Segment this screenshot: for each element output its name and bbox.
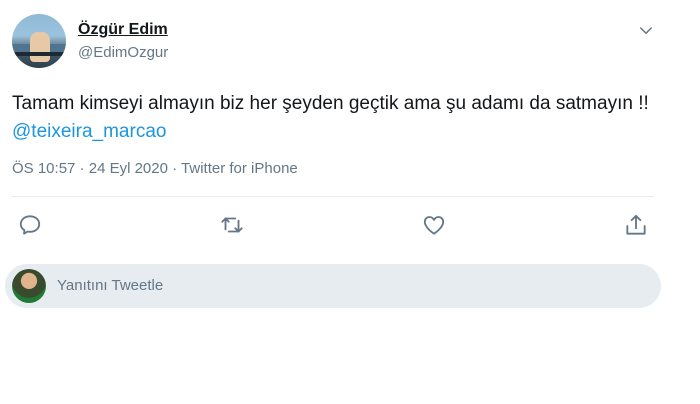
tweet-card: Özgür Edim @EdimOzgur Tamam kimseyi alma…: [0, 0, 700, 404]
tweet-source[interactable]: Twitter for iPhone: [181, 160, 298, 177]
reply-icon[interactable]: [17, 212, 43, 238]
avatar-person: [30, 32, 50, 62]
share-icon[interactable]: [623, 212, 649, 238]
divider: [12, 196, 654, 197]
meta-separator: ·: [167, 160, 182, 177]
chevron-down-icon[interactable]: [637, 22, 655, 40]
avatar-rail: [12, 52, 66, 56]
retweet-icon[interactable]: [219, 212, 245, 238]
tweet-body: Tamam kimseyi almayın biz her şeyden geç…: [12, 93, 649, 114]
heart-icon[interactable]: [421, 212, 447, 238]
author-avatar[interactable]: [12, 14, 66, 68]
user-avatar: [12, 269, 46, 303]
author-name[interactable]: Özgür Edim: [78, 21, 168, 39]
reply-input[interactable]: Yanıtını Tweetle: [5, 264, 661, 308]
tweet-meta: ÖS 10:57 · 24 Eyl 2020 · Twitter for iPh…: [12, 160, 298, 177]
author-handle[interactable]: @EdimOzgur: [78, 44, 168, 61]
tweet-text: Tamam kimseyi almayın biz her şeyden geç…: [12, 90, 652, 146]
reply-placeholder: Yanıtını Tweetle: [57, 277, 164, 294]
tweet-time[interactable]: ÖS 10:57: [12, 160, 75, 177]
meta-separator: ·: [75, 160, 89, 177]
tweet-date[interactable]: 24 Eyl 2020: [89, 160, 168, 177]
mention-link[interactable]: @teixeira_marcao: [12, 121, 166, 142]
